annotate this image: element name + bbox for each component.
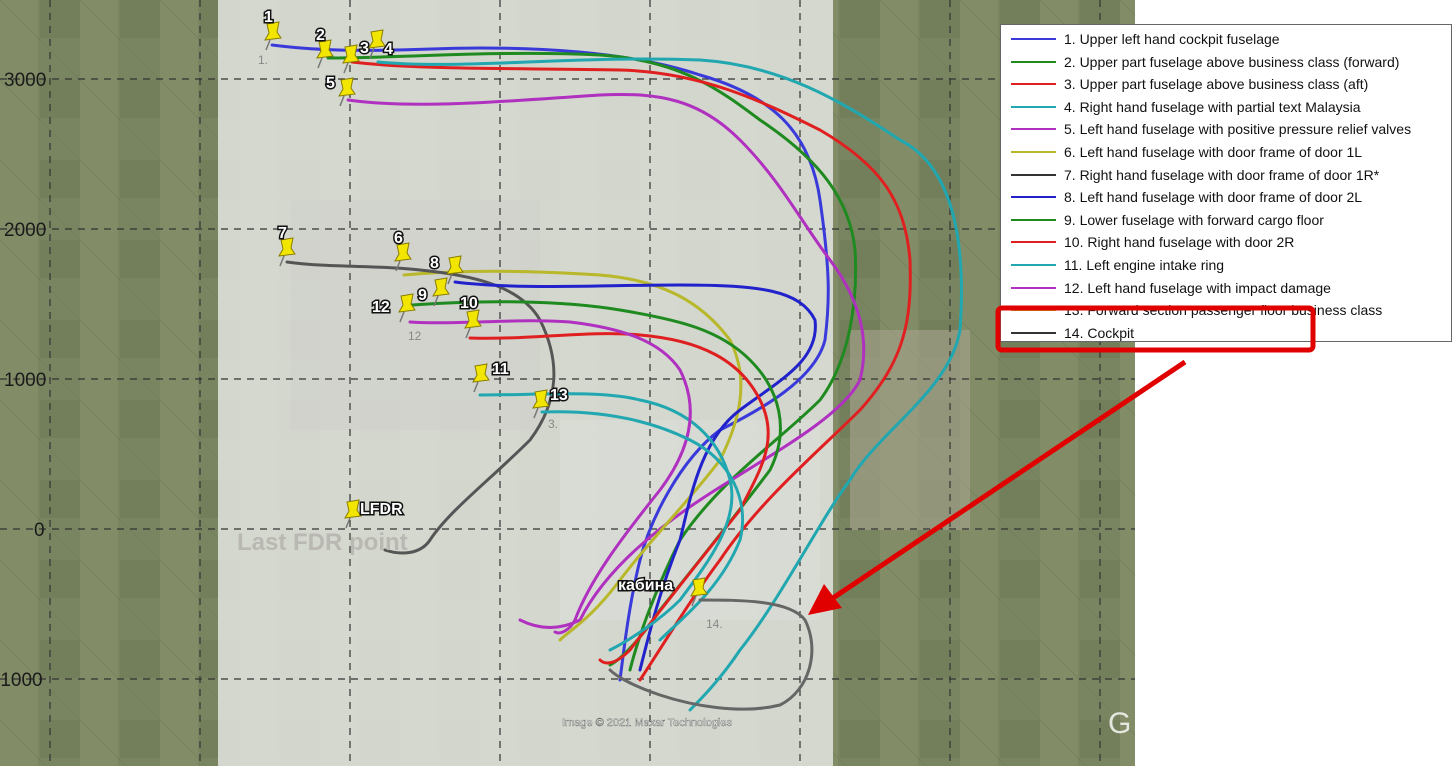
y-tick-label: 3000 (4, 70, 46, 91)
pushpin-label: кабина (618, 577, 673, 594)
legend-item: 4. Right hand fuselage with partial text… (1011, 96, 1361, 118)
ground-label: 1. (258, 53, 268, 67)
pushpin-label: 13 (550, 387, 568, 404)
legend-label: 11. Left engine intake ring (1064, 257, 1225, 273)
legend-label: 13. Forward section passenger floor busi… (1064, 302, 1383, 319)
legend-label: 14. Cockpit (1064, 324, 1135, 341)
legend-label: 10. Right hand fuselage with door 2R (1064, 234, 1295, 251)
legend-item: 3. Upper part fuselage above business cl… (1011, 73, 1368, 95)
legend-label: 4. Right hand fuselage with partial text… (1064, 98, 1361, 115)
ground-label: 3. (548, 417, 558, 431)
legend-item: 12. Left hand fuselage with impact damag… (1011, 277, 1331, 299)
last-fdr-label: Last FDR point (237, 529, 408, 556)
imagery-credit: Image © 2021 Maxar Technologies (562, 717, 732, 729)
pushpin-label: 1 (264, 9, 273, 26)
legend-label: 5. Left hand fuselage with positive pres… (1064, 121, 1412, 138)
legend-label: 6. Left hand fuselage with door frame of… (1064, 144, 1363, 160)
legend-swatch (1011, 241, 1056, 244)
legend-item: 5. Left hand fuselage with positive pres… (1011, 118, 1411, 140)
legend-label: 1. Upper left hand cockpit fuselage (1064, 31, 1280, 47)
legend-swatch (1011, 309, 1056, 312)
pushpin-label: 12 (372, 299, 390, 316)
y-tick-label: 2000 (4, 220, 46, 241)
pushpin-label: 7 (278, 225, 287, 242)
legend-item: 7. Right hand fuselage with door frame o… (1011, 164, 1379, 186)
pushpin-label: 4 (384, 41, 393, 58)
legend-item: 8. Left hand fuselage with door frame of… (1011, 186, 1362, 208)
legend-label: 2. Upper part fuselage above business cl… (1064, 53, 1400, 70)
ground-label: 12 (408, 329, 422, 343)
legend-label: 7. Right hand fuselage with door frame o… (1064, 166, 1380, 183)
legend-swatch (1011, 264, 1056, 266)
legend-swatch (1011, 286, 1056, 289)
legend-label: 12. Left hand fuselage with impact damag… (1064, 279, 1331, 296)
legend-item: 10. Right hand fuselage with door 2R (1011, 231, 1294, 253)
legend-swatch (1011, 218, 1056, 221)
legend-swatch (1011, 105, 1056, 108)
legend-item: 2. Upper part fuselage above business cl… (1011, 51, 1399, 73)
pushpin-label: 2 (316, 27, 325, 44)
legend-swatch (1011, 128, 1056, 131)
legend-label: 3. Upper part fuselage above business cl… (1064, 76, 1369, 93)
legend-swatch (1011, 173, 1056, 176)
pushpin-label: 3 (360, 40, 369, 57)
y-tick-label: 0 (34, 520, 45, 541)
pushpin-label: 10 (460, 295, 478, 312)
pushpin-label: 5 (326, 75, 335, 92)
legend-item: 13. Forward section passenger floor busi… (1011, 299, 1382, 321)
y-tick-label: -1000 (0, 670, 43, 691)
legend-swatch (1011, 331, 1056, 334)
pushpin-label: 9 (418, 287, 427, 304)
legend-label: 9. Lower fuselage with forward cargo flo… (1064, 211, 1324, 228)
legend-swatch (1011, 60, 1056, 63)
legend: 1. Upper left hand cockpit fuselage 2. Up… (1000, 24, 1452, 342)
legend-label: 8. Left hand fuselage with door frame of… (1064, 189, 1363, 206)
legend-swatch (1011, 83, 1056, 86)
legend-item: 11. Left engine intake ring (1011, 254, 1224, 276)
pushpin-label: 6 (394, 230, 403, 247)
ground-label: 14. (706, 617, 723, 631)
pushpin-label: 8 (430, 255, 439, 272)
pushpin-label: LFDR (360, 501, 403, 518)
legend-item: 1. Upper left hand cockpit fuselage (1011, 28, 1280, 50)
legend-swatch (1011, 151, 1056, 153)
village-east (850, 330, 970, 530)
legend-item: 9. Lower fuselage with forward cargo flo… (1011, 209, 1324, 231)
legend-swatch (1011, 196, 1056, 199)
y-tick-label: 1000 (4, 370, 46, 391)
legend-swatch (1011, 38, 1056, 40)
legend-item: 14. Cockpit (1011, 322, 1134, 344)
legend-item: 6. Left hand fuselage with door frame of… (1011, 141, 1362, 163)
google-mark: G (1108, 707, 1131, 740)
pushpin-label: 11 (492, 361, 509, 378)
